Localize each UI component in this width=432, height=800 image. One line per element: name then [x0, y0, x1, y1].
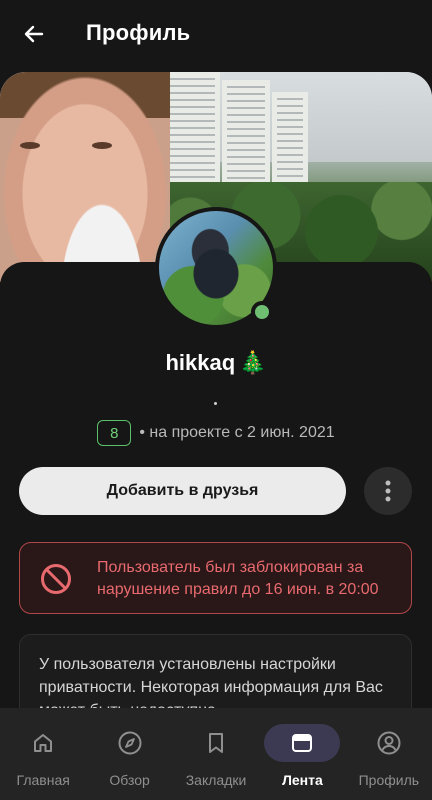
ban-notice: Пользователь был заблокирован за нарушен…: [19, 542, 412, 614]
more-options-button[interactable]: [364, 467, 412, 515]
nav-item-feed[interactable]: Лента: [259, 708, 345, 800]
nav-label: Главная: [16, 772, 70, 788]
add-friend-button[interactable]: Добавить в друзья: [19, 467, 346, 515]
feed-icon: [292, 734, 313, 752]
top-app-bar: Профиль: [0, 0, 432, 68]
page-title: Профиль: [86, 20, 191, 45]
username-text: hikkaq: [165, 350, 236, 375]
profile-meta: 8 • на проекте с 2 июн. 2021: [0, 420, 432, 446]
nav-item-bookmarks[interactable]: Закладки: [173, 708, 259, 800]
username: hikkaq 🎄: [0, 350, 432, 376]
bottom-navigation: Главная Обзор Закладки Лента Профиль: [0, 708, 432, 800]
nav-label: Закладки: [185, 772, 247, 788]
ban-icon: [41, 564, 71, 594]
nav-item-explore[interactable]: Обзор: [86, 708, 172, 800]
ban-notice-text: Пользователь был заблокирован за нарушен…: [97, 559, 379, 598]
home-icon: [34, 734, 53, 752]
more-vertical-icon: [385, 480, 391, 502]
compass-icon: [118, 731, 142, 755]
profile-icon: [377, 731, 401, 755]
nav-label: Лента: [282, 772, 323, 788]
nav-item-profile[interactable]: Профиль: [346, 708, 432, 800]
avatar[interactable]: [155, 207, 277, 329]
online-indicator: [251, 301, 273, 323]
christmas-tree-icon: 🎄: [239, 350, 267, 375]
nav-label: Профиль: [358, 772, 420, 788]
level-badge: 8: [97, 420, 132, 446]
nav-item-home[interactable]: Главная: [0, 708, 86, 800]
joined-date: • на проекте с 2 июн. 2021: [139, 424, 335, 441]
status-text: [214, 402, 217, 405]
bookmark-icon: [209, 733, 224, 753]
back-button[interactable]: [16, 16, 52, 52]
nav-label: Обзор: [109, 772, 150, 788]
arrow-left-icon: [24, 25, 44, 43]
